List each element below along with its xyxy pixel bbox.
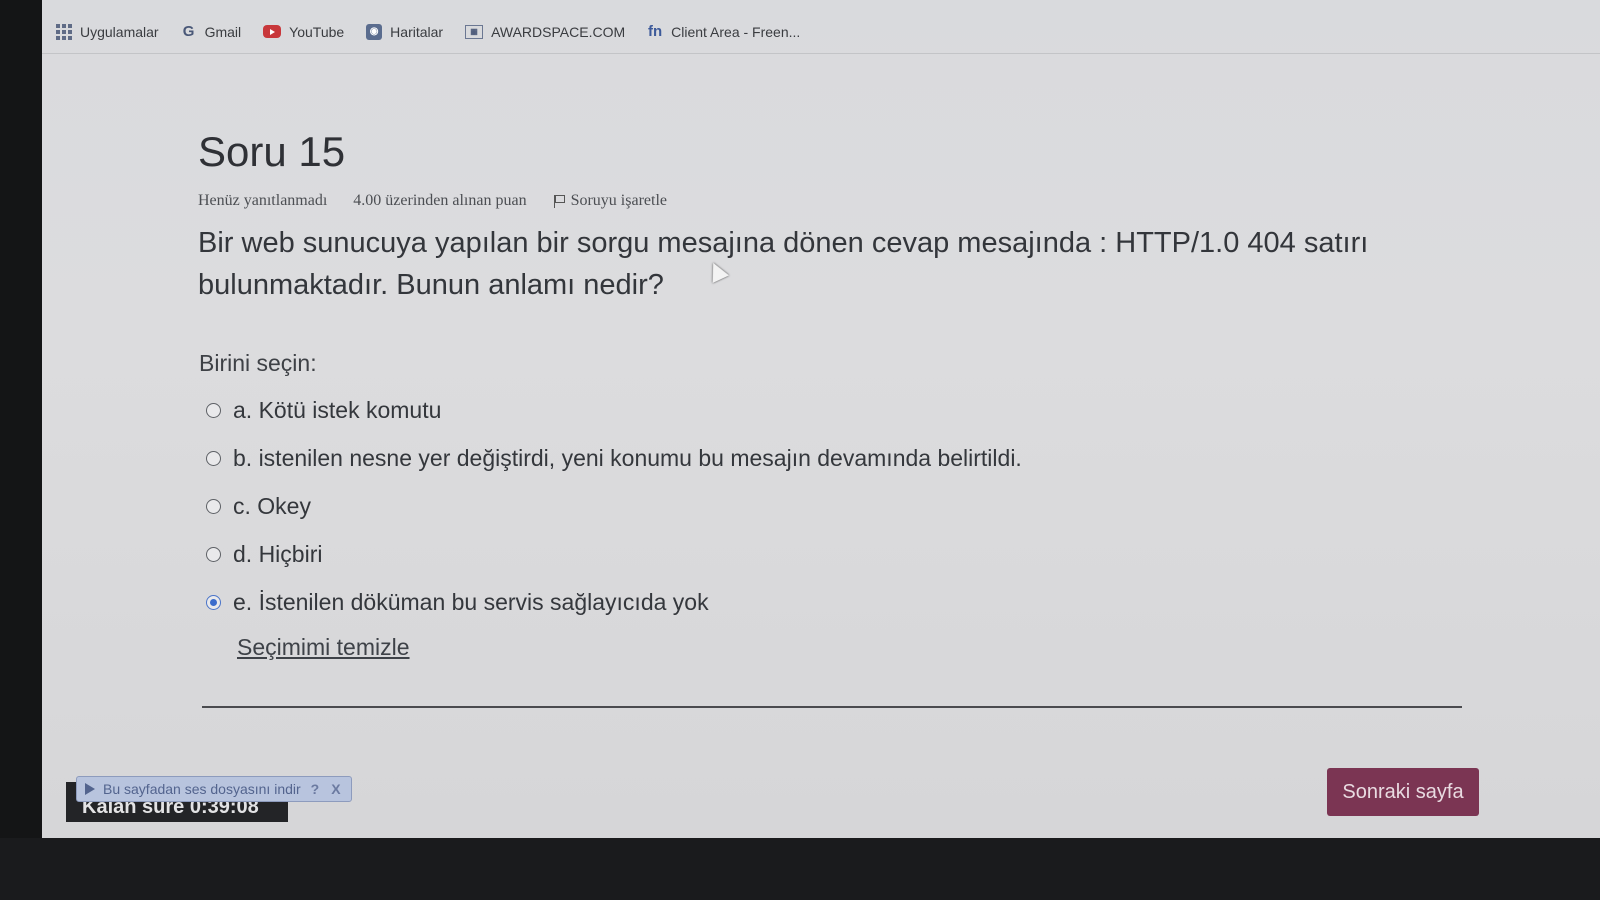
youtube-icon <box>263 25 282 38</box>
option-label: a. Kötü istek komutu <box>233 396 442 423</box>
awardspace-icon: ▦ <box>465 24 484 39</box>
flag-icon <box>553 194 565 208</box>
bookmark-awardspace[interactable]: ▦ AWARDSPACE.COM <box>465 24 625 40</box>
option-label: d. Hiçbiri <box>233 540 323 567</box>
option-b[interactable]: b. istenilen nesne yer değiştirdi, yeni … <box>206 434 1022 482</box>
maps-icon: ◉ <box>366 23 383 40</box>
play-icon <box>85 783 95 795</box>
bookmarks-bar: Uygulamalar G Gmail YouTube ◉ Haritalar … <box>42 10 1600 54</box>
browser-viewport: Uygulamalar G Gmail YouTube ◉ Haritalar … <box>42 0 1600 840</box>
bookmark-apps[interactable]: Uygulamalar <box>56 23 159 40</box>
bookmark-label: Uygulamalar <box>80 23 159 40</box>
option-c[interactable]: c. Okey <box>206 482 1022 530</box>
question-points: 4.00 üzerinden alınan puan <box>353 192 527 209</box>
bookmark-gmail[interactable]: G Gmail <box>181 23 242 40</box>
audio-download-bar[interactable]: Bu sayfadan ses dosyasını indir ? X <box>76 776 352 802</box>
apps-grid-icon <box>56 23 72 40</box>
clear-selection-link[interactable]: Seçimimi temizle <box>237 634 410 661</box>
google-icon: G <box>182 23 195 40</box>
option-e[interactable]: e. İstenilen döküman bu servis sağlayıcı… <box>206 578 1022 626</box>
bookmark-label: YouTube <box>289 23 345 40</box>
option-label: c. Okey <box>233 492 311 519</box>
bookmark-freenom[interactable]: fn Client Area - Freen... <box>647 23 801 40</box>
bookmark-label: Client Area - Freen... <box>671 23 801 40</box>
bookmark-label: Haritalar <box>390 23 444 40</box>
bookmark-label: AWARDSPACE.COM <box>491 23 626 40</box>
bookmark-label: Gmail <box>204 23 242 40</box>
question-info: Henüz yanıtlanmadı 4.00 üzerinden alınan… <box>198 192 667 210</box>
radio-button[interactable] <box>206 450 221 466</box>
divider <box>202 706 1462 708</box>
close-icon[interactable]: X <box>329 781 342 797</box>
option-label: e. İstenilen döküman bu servis sağlayıcı… <box>233 588 709 615</box>
option-label: b. istenilen nesne yer değiştirdi, yeni … <box>233 444 1022 471</box>
option-a[interactable]: a. Kötü istek komutu <box>206 386 1022 434</box>
audio-download-label[interactable]: Bu sayfadan ses dosyasını indir <box>103 781 301 797</box>
radio-button[interactable] <box>206 402 221 418</box>
flag-question-link[interactable]: Soruyu işaretle <box>553 192 667 210</box>
radio-button[interactable] <box>206 594 221 610</box>
radio-button[interactable] <box>206 498 221 514</box>
bookmark-youtube[interactable]: YouTube <box>263 24 344 40</box>
help-icon[interactable]: ? <box>309 781 322 797</box>
question-status: Henüz yanıtlanmadı <box>198 192 328 209</box>
radio-button[interactable] <box>206 546 221 562</box>
screen-bezel-bottom <box>0 838 1600 900</box>
answer-prompt: Birini seçin: <box>199 350 317 376</box>
freenom-icon: fn <box>648 23 663 40</box>
bookmark-maps[interactable]: ◉ Haritalar <box>366 23 444 40</box>
question-title: Soru 15 <box>198 128 346 175</box>
option-d[interactable]: d. Hiçbiri <box>206 530 1022 578</box>
flag-label: Soruyu işaretle <box>570 192 667 209</box>
next-page-button[interactable]: Sonraki sayfa <box>1327 768 1479 816</box>
screen-bezel-left <box>0 0 42 900</box>
answer-options: a. Kötü istek komutu b. istenilen nesne … <box>206 386 1022 626</box>
question-text: Bir web sunucuya yapılan bir sorgu mesaj… <box>198 227 1369 301</box>
